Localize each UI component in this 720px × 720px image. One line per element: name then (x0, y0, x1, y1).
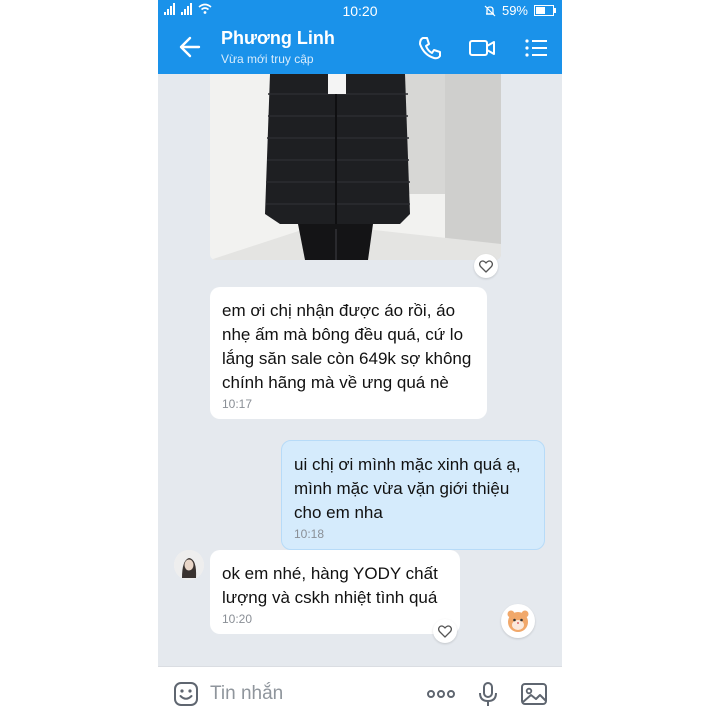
contact-status: Vừa mới truy cập (221, 52, 314, 66)
message-time: 10:18 (294, 527, 325, 541)
message-text: ok em nhé, hàng YODY chất lượng và cskh … (222, 564, 438, 607)
menu-list-icon[interactable] (522, 34, 550, 62)
emoji-icon[interactable] (172, 680, 200, 708)
message-input-bar: Tin nhắn (158, 666, 562, 720)
battery-percent: 59% (501, 3, 528, 18)
heart-react-icon[interactable] (433, 619, 457, 643)
alarm-icon (484, 5, 496, 16)
jacket-photo (210, 74, 501, 260)
message-input[interactable]: Tin nhắn (210, 683, 283, 705)
heart-react-icon[interactable] (474, 254, 498, 278)
back-arrow-icon[interactable] (176, 34, 202, 60)
contact-name[interactable]: Phương Linh (221, 28, 335, 49)
chat-screen: 10:20 59% Phương Linh Vừa mới truy cập e… (158, 0, 562, 720)
message-bubble-incoming[interactable]: em ơi chị nhận được áo rồi, áo nhẹ ấm mà… (210, 287, 487, 419)
status-bar: 10:20 59% (158, 0, 562, 22)
battery-icon (534, 5, 556, 16)
avatar[interactable] (174, 550, 204, 580)
message-text: ui chị ơi mình mặc xinh quá ạ, mình mặc … (294, 455, 521, 522)
video-camera-icon[interactable] (468, 34, 496, 62)
message-bubble-outgoing[interactable]: ui chị ơi mình mặc xinh quá ạ, mình mặc … (281, 440, 545, 550)
chat-header: Phương Linh Vừa mới truy cập (158, 22, 562, 74)
microphone-icon[interactable] (474, 680, 502, 708)
image-icon[interactable] (520, 680, 548, 708)
hamster-sticker-icon[interactable] (501, 604, 535, 638)
message-time: 10:20 (222, 612, 253, 626)
message-text: em ơi chị nhận được áo rồi, áo nhẹ ấm mà… (222, 301, 472, 392)
message-time: 10:17 (222, 397, 253, 411)
message-bubble-incoming[interactable]: ok em nhé, hàng YODY chất lượng và cskh … (210, 550, 460, 634)
more-dots-icon[interactable] (425, 680, 457, 708)
phone-icon[interactable] (416, 34, 444, 62)
photo-message[interactable] (210, 74, 501, 260)
